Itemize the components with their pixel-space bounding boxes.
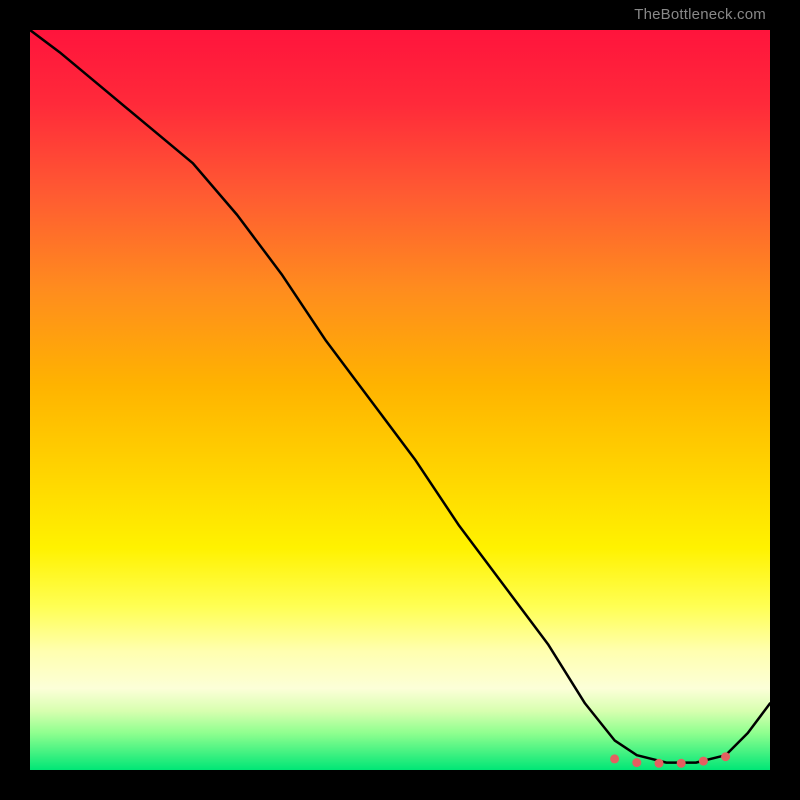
watermark-text: TheBottleneck.com <box>634 6 766 23</box>
chart-svg <box>30 30 770 770</box>
data-marker <box>632 758 641 767</box>
chart-stage: TheBottleneck.com <box>0 0 800 800</box>
data-marker <box>610 754 619 763</box>
data-line <box>30 30 770 763</box>
data-marker <box>699 757 708 766</box>
data-marker <box>655 759 664 768</box>
data-marker <box>721 752 730 761</box>
data-markers <box>610 752 730 768</box>
plot-area <box>30 30 770 770</box>
data-marker <box>677 759 686 768</box>
